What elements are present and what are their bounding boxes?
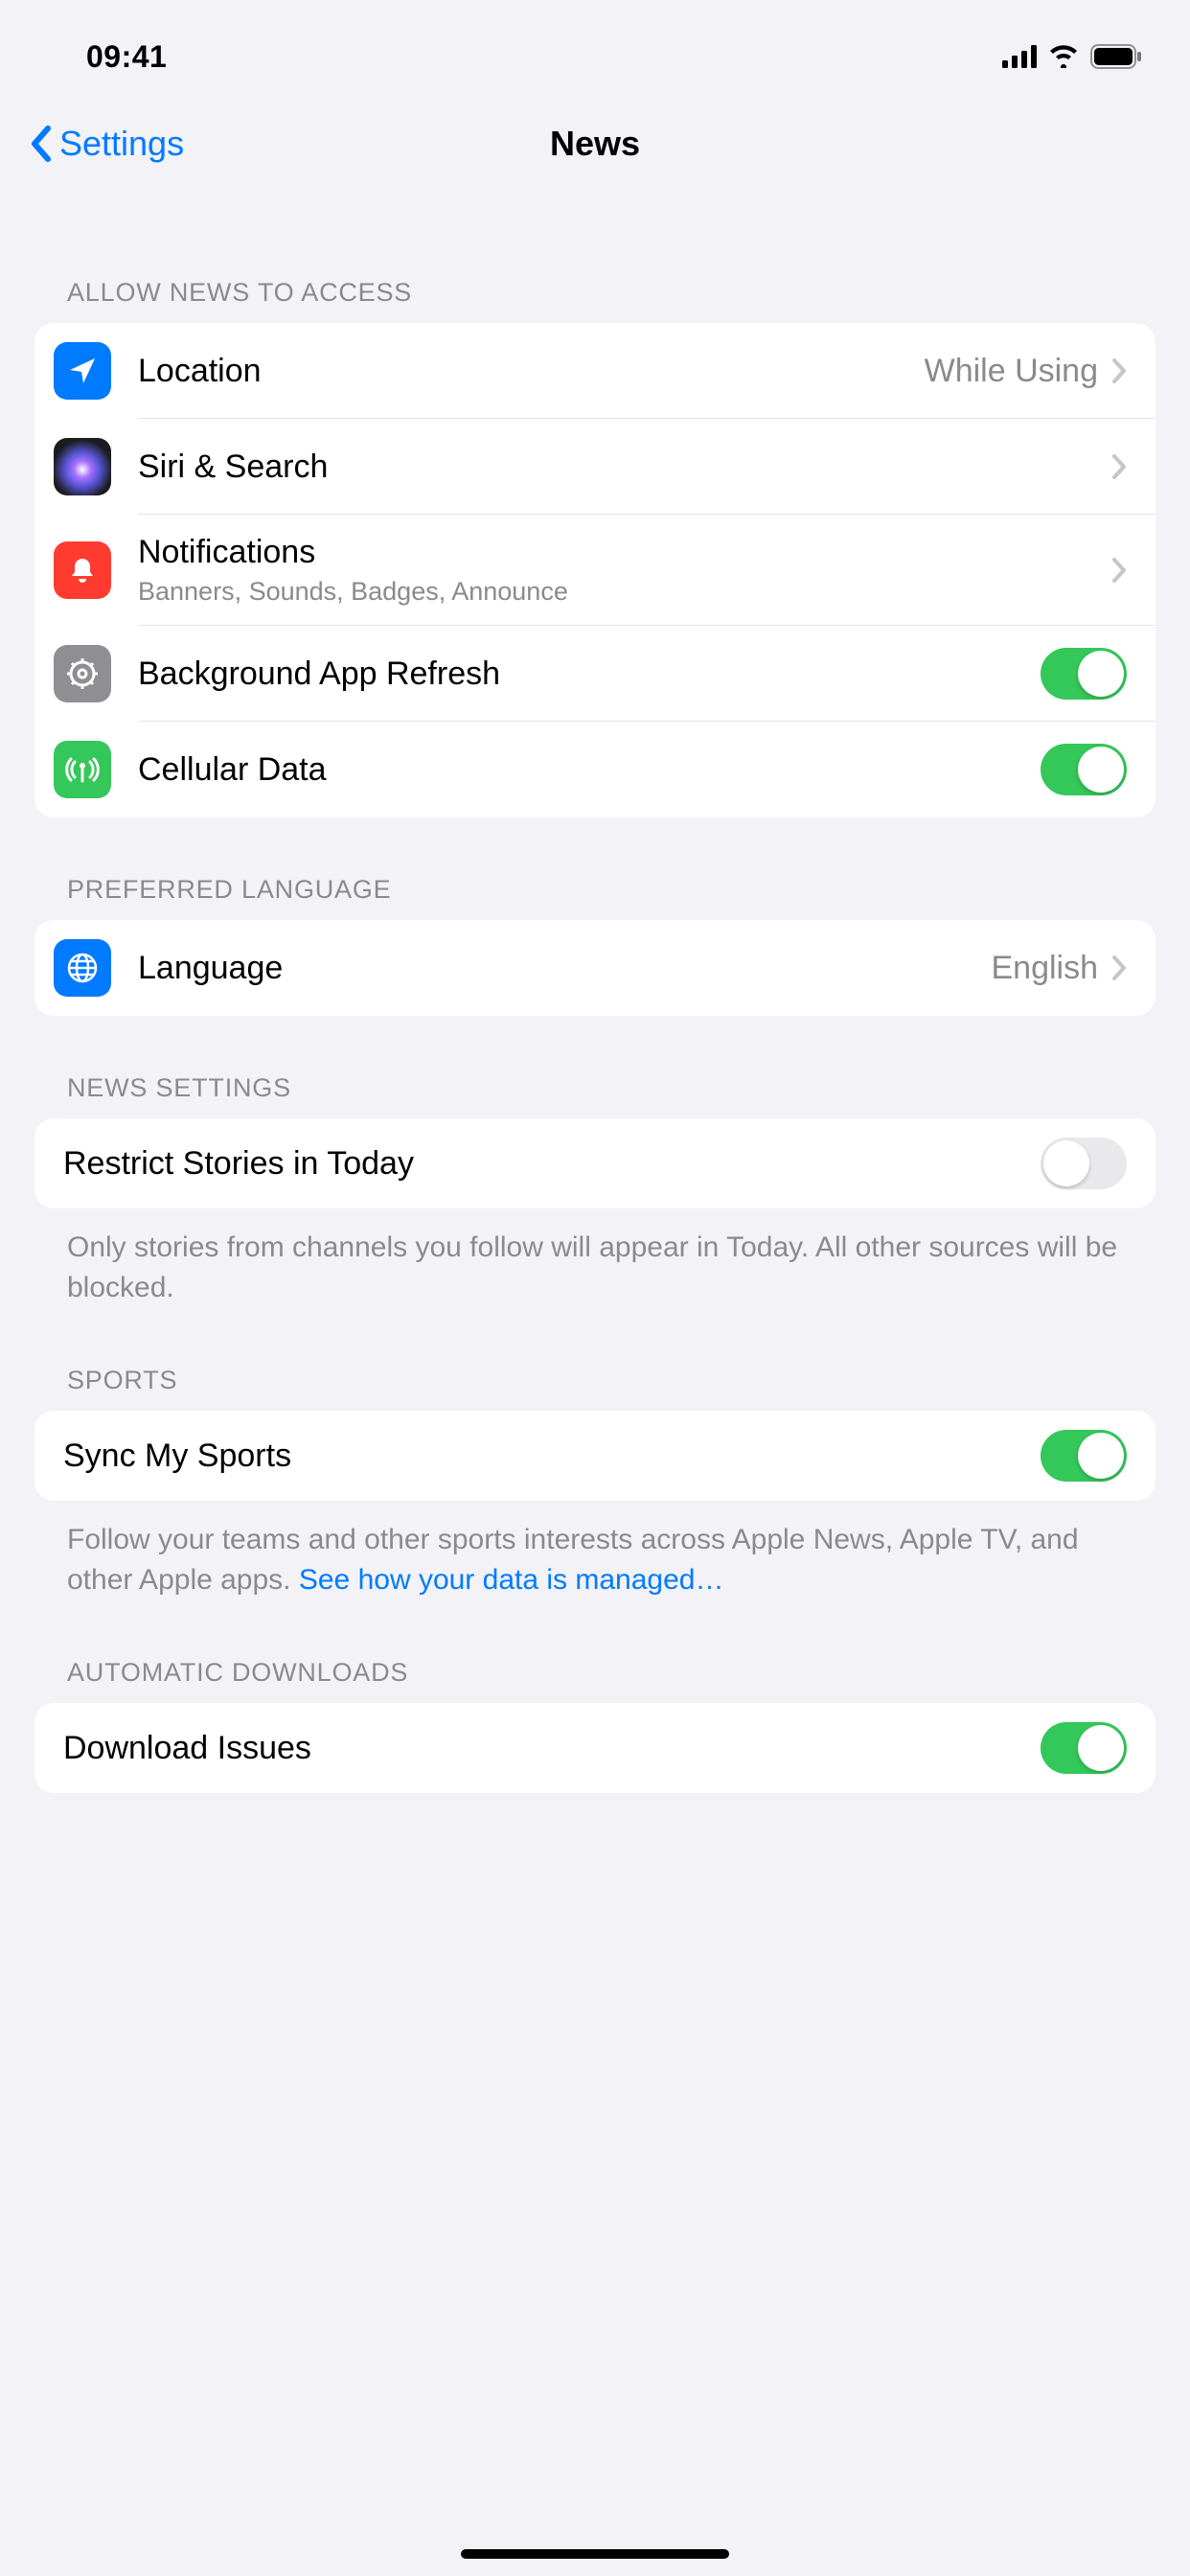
page-title: News bbox=[0, 124, 1190, 164]
section-header-language: PREFERRED LANGUAGE bbox=[0, 875, 1190, 920]
row-sync-sports: Sync My Sports bbox=[34, 1411, 1156, 1501]
row-notifications[interactable]: Notifications Banners, Sounds, Badges, A… bbox=[34, 515, 1156, 626]
group-sports: Sync My Sports bbox=[34, 1411, 1156, 1501]
siri-label: Siri & Search bbox=[138, 448, 328, 485]
row-siri[interactable]: Siri & Search bbox=[34, 419, 1156, 515]
nav-bar: Settings News bbox=[0, 96, 1190, 192]
news-footer: Only stories from channels you follow wi… bbox=[0, 1208, 1190, 1308]
restrict-label: Restrict Stories in Today bbox=[63, 1145, 414, 1182]
data-managed-link[interactable]: See how your data is managed… bbox=[299, 1564, 724, 1596]
location-label: Location bbox=[138, 353, 262, 389]
chevron-right-icon bbox=[1111, 954, 1127, 981]
home-indicator[interactable] bbox=[461, 2549, 729, 2559]
location-icon bbox=[54, 342, 111, 400]
background-refresh-toggle[interactable] bbox=[1041, 648, 1127, 700]
chevron-right-icon bbox=[1111, 557, 1127, 584]
group-access: Location While Using Siri & Search Notif… bbox=[34, 323, 1156, 817]
group-news: Restrict Stories in Today bbox=[34, 1118, 1156, 1208]
cellular-signal-icon bbox=[1002, 45, 1037, 68]
sports-footer: Follow your teams and other sports inter… bbox=[0, 1501, 1190, 1600]
sync-sports-toggle[interactable] bbox=[1041, 1430, 1127, 1482]
refresh-label: Background App Refresh bbox=[138, 656, 500, 692]
status-bar: 09:41 bbox=[0, 0, 1190, 96]
language-label: Language bbox=[138, 950, 283, 986]
notifications-sub: Banners, Sounds, Badges, Announce bbox=[138, 577, 1111, 607]
section-header-auto: AUTOMATIC DOWNLOADS bbox=[0, 1658, 1190, 1703]
restrict-toggle[interactable] bbox=[1041, 1138, 1127, 1189]
cellular-icon bbox=[54, 741, 111, 798]
download-issues-label: Download Issues bbox=[63, 1730, 311, 1766]
chevron-right-icon bbox=[1111, 453, 1127, 480]
notifications-label: Notifications bbox=[138, 534, 315, 570]
section-language: PREFERRED LANGUAGE Language English bbox=[0, 875, 1190, 1016]
row-background-refresh: Background App Refresh bbox=[34, 626, 1156, 722]
section-header-access: ALLOW NEWS TO ACCESS bbox=[0, 278, 1190, 323]
row-cellular: Cellular Data bbox=[34, 722, 1156, 817]
section-header-sports: SPORTS bbox=[0, 1366, 1190, 1411]
section-header-news: NEWS SETTINGS bbox=[0, 1073, 1190, 1118]
status-icons bbox=[1002, 44, 1142, 69]
section-auto-downloads: AUTOMATIC DOWNLOADS Download Issues bbox=[0, 1658, 1190, 1793]
row-restrict: Restrict Stories in Today bbox=[34, 1118, 1156, 1208]
cellular-label: Cellular Data bbox=[138, 751, 327, 788]
notifications-icon bbox=[54, 541, 111, 599]
battery-icon bbox=[1090, 44, 1142, 69]
cellular-toggle[interactable] bbox=[1041, 744, 1127, 795]
section-sports: SPORTS Sync My Sports Follow your teams … bbox=[0, 1366, 1190, 1600]
download-issues-toggle[interactable] bbox=[1041, 1722, 1127, 1774]
globe-icon bbox=[54, 939, 111, 997]
siri-icon bbox=[54, 438, 111, 495]
gear-icon bbox=[54, 645, 111, 702]
location-value: While Using bbox=[925, 353, 1098, 390]
group-language: Language English bbox=[34, 920, 1156, 1016]
section-news-settings: NEWS SETTINGS Restrict Stories in Today … bbox=[0, 1073, 1190, 1308]
row-language[interactable]: Language English bbox=[34, 920, 1156, 1016]
sync-sports-label: Sync My Sports bbox=[63, 1438, 291, 1474]
group-auto: Download Issues bbox=[34, 1703, 1156, 1793]
row-download-issues: Download Issues bbox=[34, 1703, 1156, 1793]
section-access: ALLOW NEWS TO ACCESS Location While Usin… bbox=[0, 278, 1190, 817]
status-time: 09:41 bbox=[86, 39, 167, 75]
chevron-right-icon bbox=[1111, 357, 1127, 384]
language-value: English bbox=[991, 950, 1098, 987]
wifi-icon bbox=[1048, 45, 1079, 68]
row-location[interactable]: Location While Using bbox=[34, 323, 1156, 419]
